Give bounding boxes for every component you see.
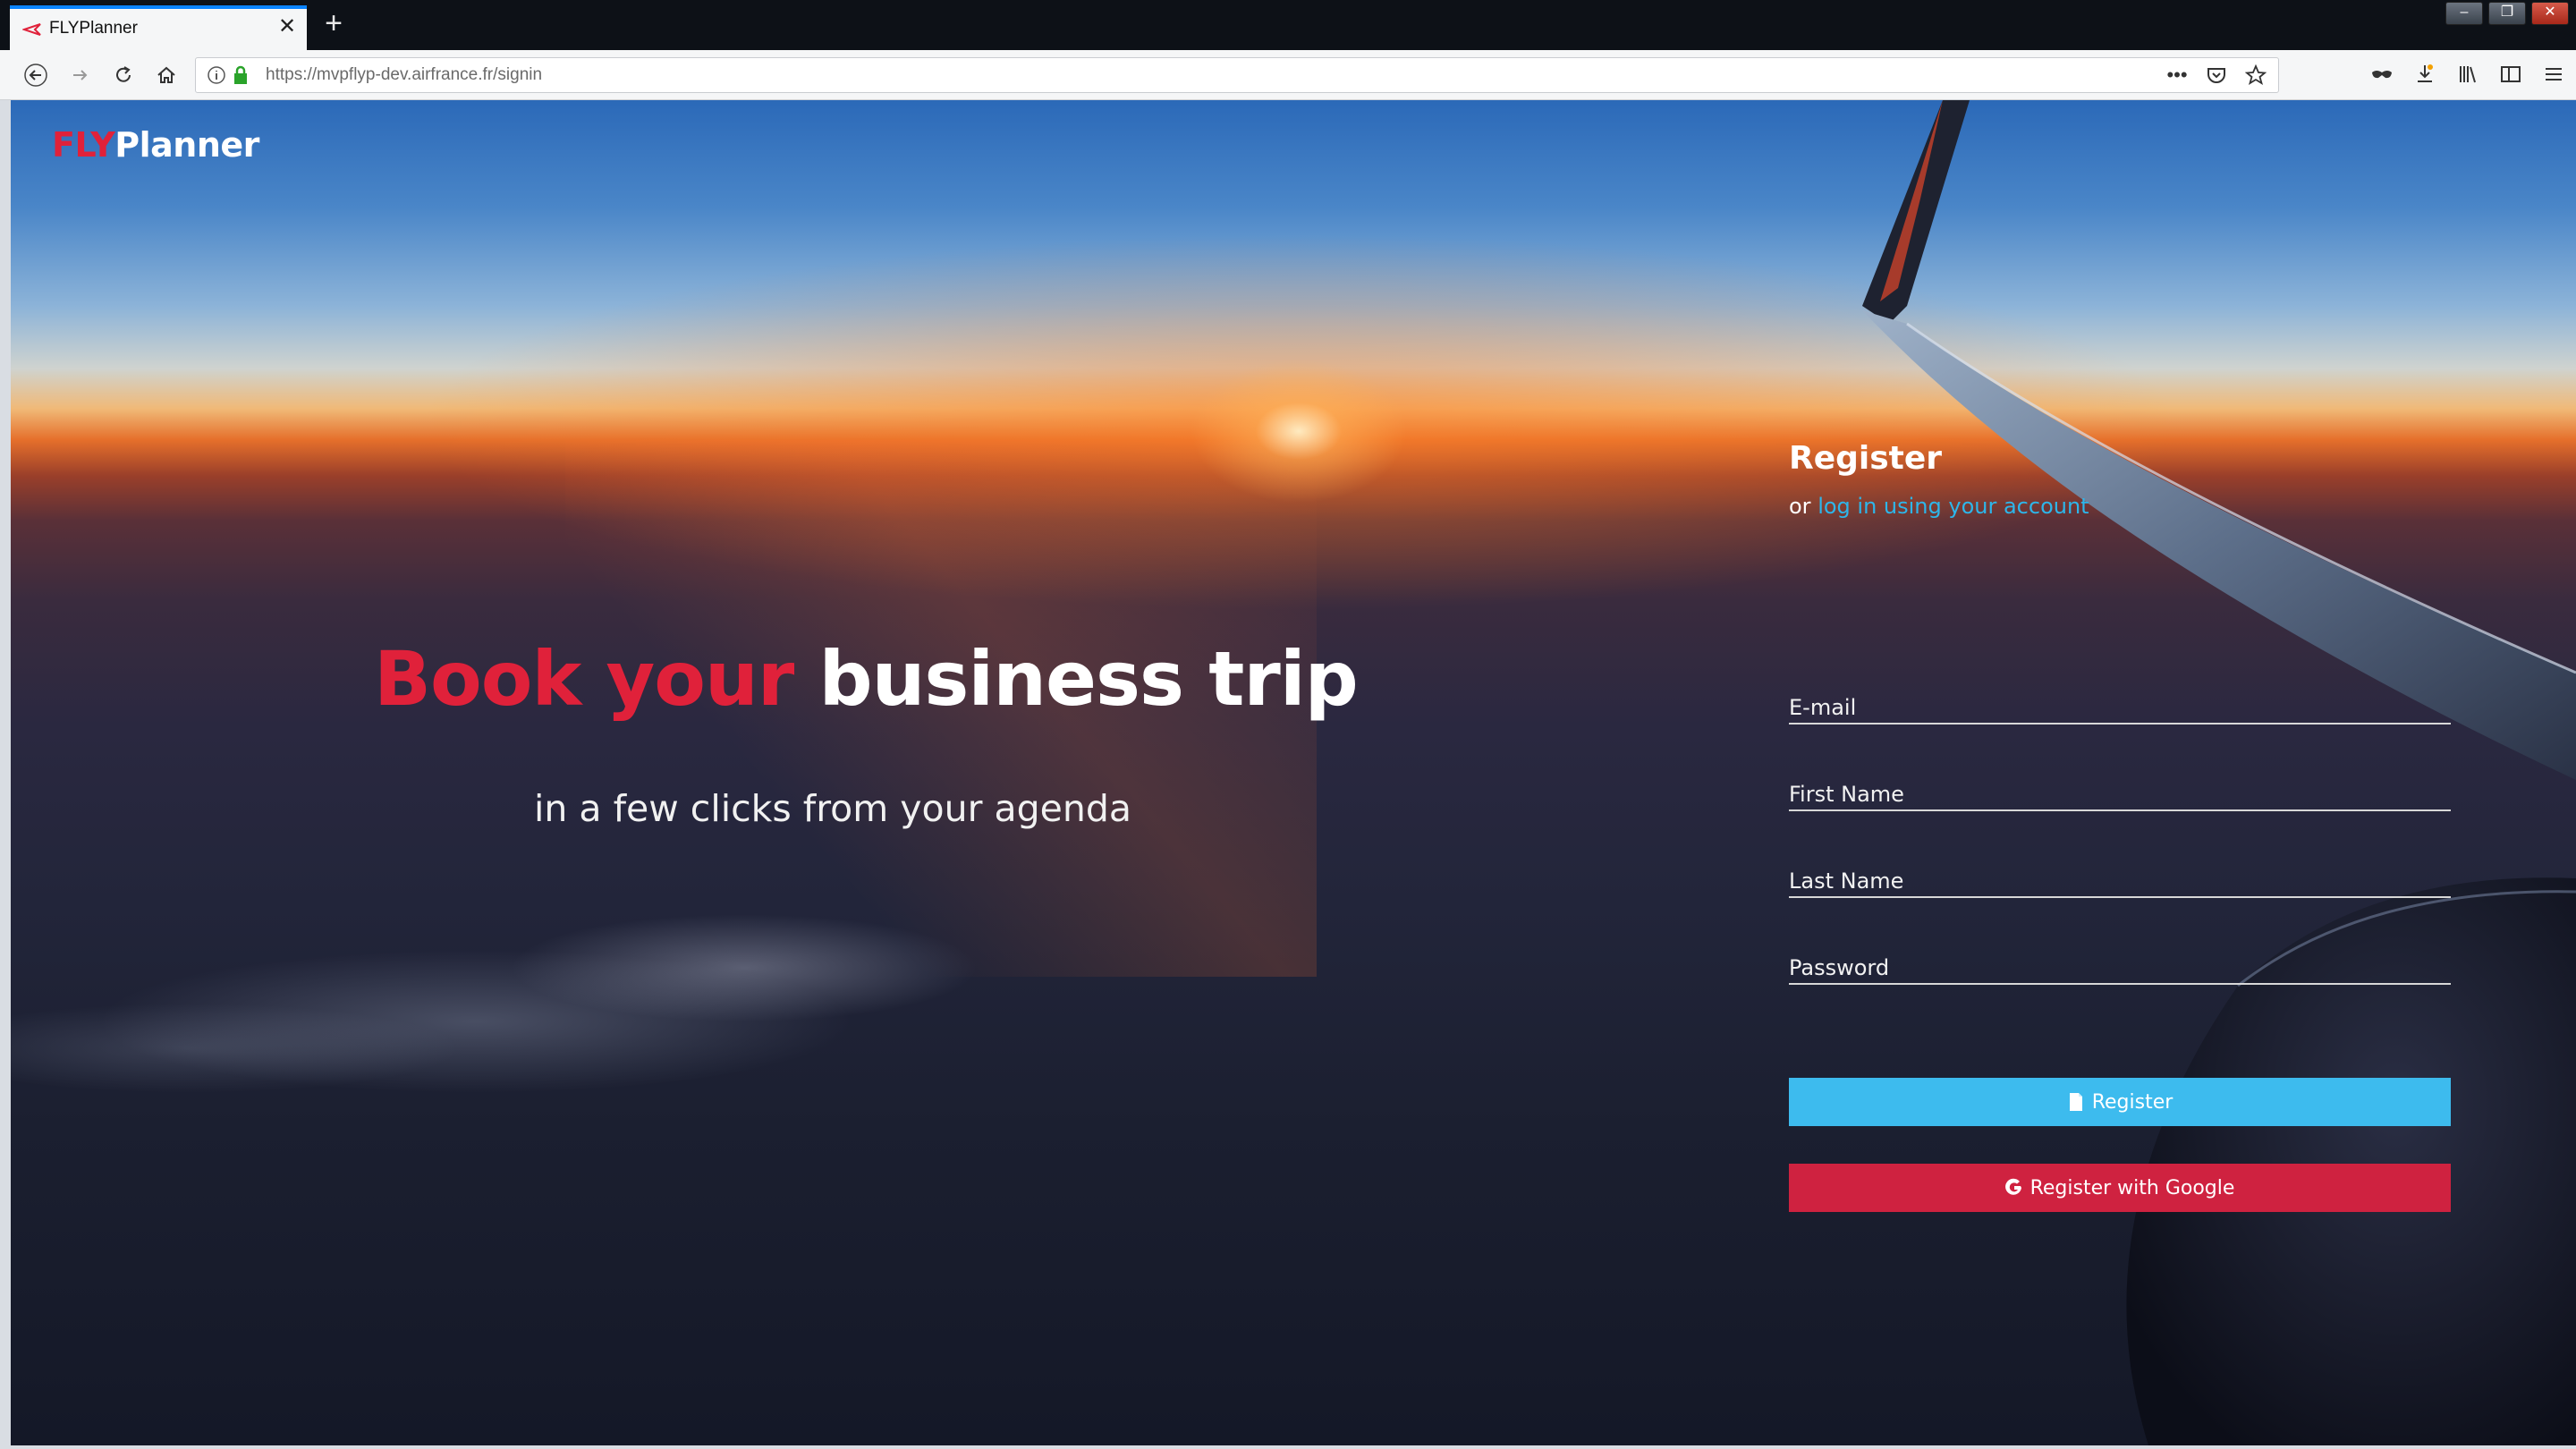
page-actions-icon[interactable]: ••• (2164, 62, 2190, 89)
forward-button[interactable] (64, 59, 97, 91)
url-actions: ••• (2164, 62, 2269, 89)
close-tab-icon[interactable]: ✕ (276, 16, 298, 38)
new-tab-button[interactable]: + (318, 7, 349, 39)
restore-window-button[interactable]: ❐ (2488, 2, 2526, 25)
first-name-field[interactable] (1789, 779, 2451, 809)
download-icon[interactable] (2410, 59, 2440, 89)
tab-flyplanner[interactable]: FLYPlanner ✕ (10, 5, 307, 50)
register-button-label: Register (2091, 1090, 2174, 1114)
flyplanner-logo[interactable]: FLYPlanner (52, 125, 259, 165)
logo-planner-text: Planner (114, 125, 259, 165)
flyplanner-favicon-icon (22, 23, 41, 36)
hero-title-main: business trip (818, 635, 1359, 723)
email-field-wrapper (1789, 692, 2451, 724)
navigation-toolbar: https://mvpflyp-dev.airfrance.fr/signin … (0, 50, 2576, 100)
back-button[interactable] (20, 59, 52, 91)
url-text[interactable]: https://mvpflyp-dev.airfrance.fr/signin (266, 65, 542, 85)
register-with-google-button[interactable]: Register with Google (1789, 1164, 2451, 1212)
password-field-wrapper (1789, 953, 2451, 985)
window-controls: – ❐ ✕ (2440, 2, 2569, 25)
login-prefix: or (1789, 494, 1811, 519)
hero-subtitle: in a few clicks from your agenda (534, 787, 1131, 830)
hero-title-highlight: Book your (374, 635, 794, 723)
menu-icon[interactable] (2538, 59, 2569, 89)
minimize-window-button[interactable]: – (2445, 2, 2483, 25)
page-background: FLYPlanner Book your business trip in a … (11, 100, 2576, 1445)
login-link[interactable]: log in using your account (1818, 494, 2089, 519)
password-field[interactable] (1789, 953, 2451, 983)
login-prompt: or log in using your account (1789, 494, 2451, 519)
home-icon (157, 66, 175, 83)
bookmark-star-icon[interactable] (2242, 62, 2269, 89)
email-field[interactable] (1789, 692, 2451, 723)
google-g-icon (2004, 1178, 2021, 1195)
reload-icon (116, 66, 131, 82)
document-icon (2069, 1093, 2082, 1111)
home-button[interactable] (150, 59, 182, 91)
close-window-button[interactable]: ✕ (2531, 2, 2569, 25)
tab-strip: FLYPlanner ✕ + – ❐ ✕ (0, 0, 2576, 50)
url-bar[interactable]: https://mvpflyp-dev.airfrance.fr/signin … (195, 57, 2279, 93)
last-name-field[interactable] (1789, 866, 2451, 896)
register-form: Register or log in using your account Re… (1789, 440, 2451, 1212)
back-icon (24, 64, 47, 87)
extension-mask-icon[interactable] (2367, 59, 2397, 89)
library-icon[interactable] (2453, 59, 2483, 89)
pocket-icon[interactable] (2203, 62, 2230, 89)
toolbar-right (2367, 59, 2569, 89)
logo-fly-text: FLY (52, 125, 115, 165)
sidebar-icon[interactable] (2496, 59, 2526, 89)
forward-icon (73, 70, 88, 80)
google-button-label: Register with Google (2029, 1176, 2235, 1199)
last-name-field-wrapper (1789, 866, 2451, 898)
tab-title: FLYPlanner (49, 19, 138, 38)
reload-button[interactable] (107, 59, 140, 91)
clouds (11, 834, 1263, 1102)
hero-title: Book your business trip (374, 635, 1359, 723)
airplane-wing-image (1862, 100, 2576, 1445)
form-title: Register (1789, 440, 1943, 477)
info-icon[interactable] (207, 65, 226, 85)
register-button[interactable]: Register (1789, 1078, 2451, 1126)
lock-icon (234, 65, 247, 84)
first-name-field-wrapper (1789, 779, 2451, 811)
